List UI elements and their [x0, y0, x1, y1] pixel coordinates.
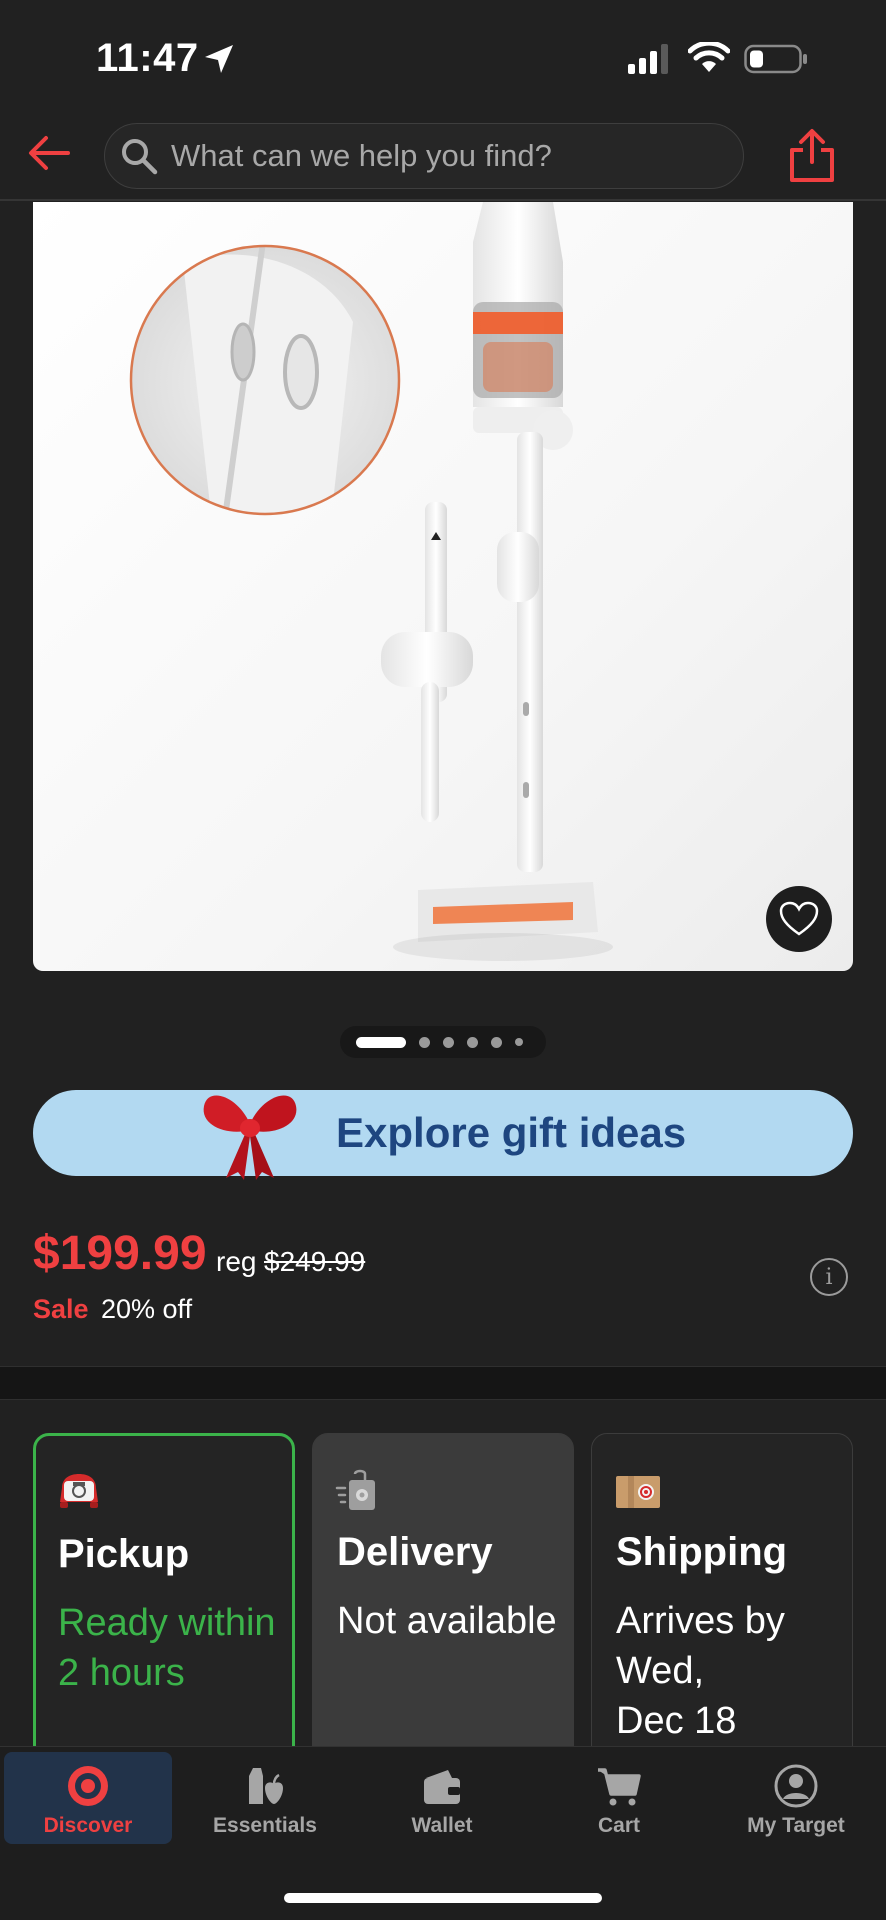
carousel-indicator[interactable] — [340, 1026, 546, 1058]
status-time: 11:47 — [96, 36, 199, 80]
cellular-signal-icon — [628, 44, 668, 74]
favorite-button[interactable] — [766, 886, 832, 952]
nav-cart-label: Cart — [597, 1814, 640, 1837]
carousel-dot-active[interactable] — [356, 1036, 406, 1048]
cart-icon — [598, 1768, 641, 1806]
pickup-detail: Ready within 2 hours — [58, 1602, 276, 1694]
back-arrow-button[interactable] — [26, 130, 72, 176]
search-icon — [122, 139, 158, 175]
regular-price: $249.99 — [264, 1246, 366, 1277]
delivery-detail: Not available — [337, 1600, 557, 1642]
nav-discover-label: Discover — [43, 1814, 133, 1837]
pickup-car-icon — [60, 1474, 98, 1508]
vacuum-illustration — [129, 202, 613, 961]
nav-cart[interactable]: Cart — [535, 1752, 703, 1844]
nav-my-target-label: My Target — [747, 1814, 845, 1837]
carousel-dot[interactable] — [443, 1036, 454, 1048]
discount-text: 20% off — [101, 1294, 193, 1324]
share-icon[interactable] — [786, 128, 838, 184]
regular-price-label: reg — [216, 1246, 257, 1277]
nav-wallet-label: Wallet — [411, 1814, 473, 1837]
delivery-option-card[interactable]: Delivery Not available — [312, 1433, 574, 1763]
carousel-dot[interactable] — [491, 1036, 502, 1048]
shipping-option-card[interactable]: Shipping Arrives by Wed, Dec 18 — [591, 1433, 853, 1763]
section-divider — [0, 1366, 886, 1400]
nav-discover[interactable]: Discover — [4, 1752, 172, 1844]
sale-price: $199.99 — [33, 1227, 207, 1280]
gift-bow-icon — [203, 1095, 297, 1180]
shipping-box-icon — [616, 1476, 660, 1508]
location-arrow-icon — [205, 45, 233, 73]
heart-icon — [779, 901, 819, 936]
price-info-icon[interactable]: i — [810, 1258, 848, 1296]
pickup-title: Pickup — [58, 1532, 190, 1576]
search-bar[interactable] — [104, 123, 744, 189]
product-image[interactable] — [33, 202, 853, 971]
target-bullseye-icon — [68, 1766, 108, 1806]
shipping-detail-line2: Dec 18 — [616, 1700, 737, 1742]
carousel-dot[interactable] — [419, 1036, 430, 1048]
nav-essentials-label: Essentials — [213, 1814, 317, 1837]
profile-icon — [774, 1764, 818, 1808]
delivery-title: Delivery — [337, 1530, 493, 1574]
header-divider — [0, 199, 886, 201]
home-indicator[interactable] — [284, 1893, 602, 1903]
shipping-title: Shipping — [616, 1530, 788, 1574]
carousel-dot[interactable] — [515, 1038, 523, 1046]
shipping-detail-line1: Arrives by Wed, — [616, 1600, 785, 1692]
delivery-bag-icon — [335, 1469, 375, 1510]
essentials-icon — [249, 1768, 283, 1804]
wifi-icon — [688, 42, 730, 72]
carousel-dot[interactable] — [467, 1036, 478, 1048]
sale-tag: Sale — [33, 1294, 89, 1324]
gift-ideas-label[interactable]: Explore gift ideas — [336, 1109, 686, 1157]
wallet-icon — [424, 1770, 460, 1804]
nav-wallet[interactable]: Wallet — [358, 1752, 526, 1844]
shipping-detail: Arrives by Wed, Dec 18 — [616, 1596, 846, 1746]
battery-icon — [744, 44, 807, 74]
search-input[interactable] — [171, 138, 711, 174]
nav-essentials[interactable]: Essentials — [181, 1752, 349, 1844]
pickup-option-card[interactable]: Pickup Ready within 2 hours — [33, 1433, 295, 1763]
nav-my-target[interactable]: My Target — [712, 1752, 880, 1844]
